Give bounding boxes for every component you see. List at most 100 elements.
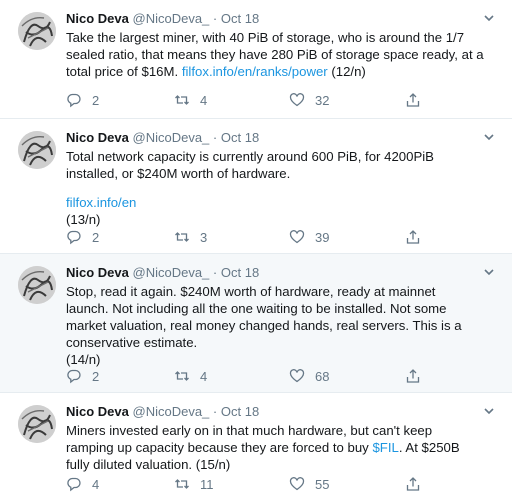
retweet-button[interactable]: 11 <box>174 475 214 493</box>
like-count: 68 <box>315 368 330 384</box>
tweet-actions: 4 11 55 <box>66 475 496 493</box>
tweet-line: Stop, read it again. $240M worth of hard… <box>66 284 436 299</box>
chevron-down-icon[interactable] <box>482 12 496 24</box>
like-button[interactable]: 39 <box>289 228 329 246</box>
retweet-button[interactable]: 3 <box>174 228 207 246</box>
author-handle[interactable]: @NicoDeva_ <box>133 11 210 26</box>
chevron-down-icon[interactable] <box>482 405 496 417</box>
text-fragment: ramping up capacity because they are for… <box>66 440 373 455</box>
tweet-line: Miners invested early on in that much ha… <box>66 423 433 438</box>
reply-icon <box>67 93 81 108</box>
tweet-text: Miners invested early on in that much ha… <box>66 422 496 473</box>
link[interactable]: filfox.info/en/ranks/power <box>182 64 328 79</box>
avatar[interactable] <box>18 405 56 443</box>
reply-count: 2 <box>92 229 100 245</box>
reply-button[interactable]: 2 <box>66 367 99 385</box>
tweet-header: Nico Deva @NicoDeva_ · Oct 18 <box>66 264 496 282</box>
like-button[interactable]: 68 <box>289 367 329 385</box>
tweet-line: launch. Not including all the one waitin… <box>66 301 447 316</box>
retweet-count: 4 <box>200 92 208 108</box>
retweet-button[interactable]: 4 <box>174 367 207 385</box>
retweet-count: 4 <box>200 368 208 384</box>
reply-icon <box>67 477 81 492</box>
like-icon <box>289 477 305 491</box>
tweet[interactable]: Nico Deva @NicoDeva_ · Oct 18 Miners inv… <box>0 393 512 496</box>
tweet-line: conservative estimate. <box>66 335 198 350</box>
reply-count: 4 <box>92 476 100 492</box>
tweet-date[interactable]: Oct 18 <box>221 404 259 419</box>
tweet-line: fully diluted valuation. (15/n) <box>66 457 231 472</box>
share-button[interactable] <box>405 228 421 246</box>
tweet-date[interactable]: Oct 18 <box>221 130 259 145</box>
tweet-actions: 2 4 32 <box>66 91 496 109</box>
reply-button[interactable]: 2 <box>66 228 99 246</box>
share-button[interactable] <box>405 91 421 109</box>
reply-button[interactable]: 4 <box>66 475 99 493</box>
retweet-icon <box>175 232 189 242</box>
tweet[interactable]: Nico Deva @NicoDeva_ · Oct 18 Total netw… <box>0 119 512 254</box>
chevron-down-icon[interactable] <box>482 131 496 143</box>
share-button[interactable] <box>405 475 421 493</box>
text-fragment: (12/n) <box>327 64 366 79</box>
reply-count: 2 <box>92 92 100 108</box>
avatar[interactable] <box>18 12 56 50</box>
share-icon <box>406 369 420 383</box>
tweet-date[interactable]: Oct 18 <box>221 11 259 26</box>
reply-icon <box>67 230 81 245</box>
retweet-button[interactable]: 4 <box>174 91 207 109</box>
like-button[interactable]: 55 <box>289 475 329 493</box>
retweet-icon <box>175 95 189 105</box>
author-name[interactable]: Nico Deva <box>66 130 129 145</box>
tweet[interactable]: Nico Deva @NicoDeva_ · Oct 18 Stop, read… <box>0 254 512 393</box>
like-icon <box>289 230 305 244</box>
separator: · <box>212 404 218 419</box>
tweet-actions: 2 4 68 <box>66 367 496 385</box>
author-name[interactable]: Nico Deva <box>66 11 129 26</box>
avatar[interactable] <box>18 131 56 169</box>
retweet-icon <box>175 479 189 489</box>
text-fragment: total price of $16M. <box>66 64 182 79</box>
reply-icon <box>67 369 81 384</box>
tweet-header: Nico Deva @NicoDeva_ · Oct 18 <box>66 403 496 421</box>
tweet-date[interactable]: Oct 18 <box>221 265 259 280</box>
tweet-line: ramping up capacity because they are for… <box>66 439 496 456</box>
reply-button[interactable]: 2 <box>66 91 99 109</box>
link[interactable]: filfox.info/en <box>66 194 496 211</box>
chevron-down-icon[interactable] <box>482 266 496 278</box>
like-button[interactable]: 32 <box>289 91 329 109</box>
tweet-line: Take the largest miner, with 40 PiB of s… <box>66 30 465 45</box>
like-count: 32 <box>315 92 330 108</box>
author-handle[interactable]: @NicoDeva_ <box>133 130 210 145</box>
like-icon <box>289 93 305 107</box>
avatar[interactable] <box>18 266 56 304</box>
text-fragment: . At $250B <box>398 440 460 455</box>
tweet-line: sealed ratio, that means they have 280 P… <box>66 47 484 62</box>
share-icon <box>406 477 420 491</box>
tweet-line: installed, or $240M worth of hardware. <box>66 166 291 181</box>
tweet-header: Nico Deva @NicoDeva_ · Oct 18 <box>66 129 496 147</box>
like-count: 55 <box>315 476 330 492</box>
tweet-line: total price of $16M. filfox.info/en/rank… <box>66 63 496 80</box>
share-button[interactable] <box>405 367 421 385</box>
cashtag-link[interactable]: $FIL <box>372 440 398 455</box>
tweet-actions: 2 3 39 <box>66 228 496 246</box>
reply-count: 2 <box>92 368 100 384</box>
retweet-count: 3 <box>200 229 208 245</box>
tweet[interactable]: Nico Deva @NicoDeva_ · Oct 18 Take the l… <box>0 0 512 119</box>
share-icon <box>406 230 420 244</box>
separator: · <box>212 11 218 26</box>
author-name[interactable]: Nico Deva <box>66 404 129 419</box>
tweet-text: Stop, read it again. $240M worth of hard… <box>66 283 496 368</box>
author-handle[interactable]: @NicoDeva_ <box>133 404 210 419</box>
tweet-text: Take the largest miner, with 40 PiB of s… <box>66 29 496 80</box>
separator: · <box>212 130 218 145</box>
tweet-text: Total network capacity is currently arou… <box>66 148 496 228</box>
tweet-line: Total network capacity is currently arou… <box>66 149 434 164</box>
author-name[interactable]: Nico Deva <box>66 265 129 280</box>
retweet-count: 11 <box>200 476 214 492</box>
author-handle[interactable]: @NicoDeva_ <box>133 265 210 280</box>
like-icon <box>289 369 305 383</box>
tweet-line: market valuation, real money changed han… <box>66 318 462 333</box>
share-icon <box>406 93 420 107</box>
